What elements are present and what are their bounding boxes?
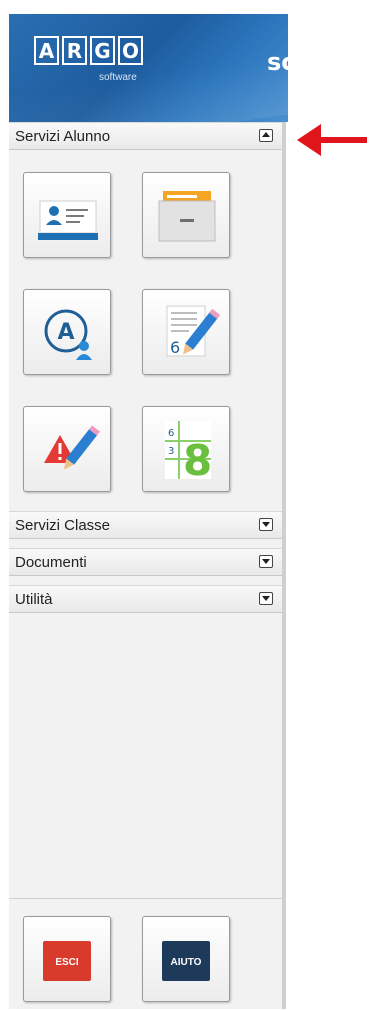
absence-letter: A (57, 320, 74, 345)
collapse-icon[interactable] (259, 129, 273, 142)
tile-student-file[interactable] (142, 172, 230, 258)
section-label: Utilità (15, 591, 53, 608)
warning-dot (58, 457, 62, 460)
expand-icon[interactable] (259, 555, 273, 568)
section-label: Servizi Alunno (15, 128, 111, 145)
warning-mark (58, 443, 62, 454)
grade-six-label: 6 (170, 338, 180, 357)
exit-button[interactable]: ESCI (23, 916, 111, 1002)
student-card-icon (38, 200, 98, 240)
section-header-servizi-alunno[interactable]: Servizi Alunno (9, 122, 282, 150)
grid-three-label: 3 (168, 446, 174, 457)
section-label: Servizi Classe (15, 517, 111, 534)
card-base (38, 233, 98, 240)
section-header-utilita[interactable]: Utilità (9, 585, 282, 613)
grid-six-label: 6 (168, 428, 174, 439)
exit-icon: ESCI (43, 941, 91, 981)
arrow-head (297, 124, 321, 156)
sheet-line (171, 330, 189, 332)
logo-letter: A (34, 36, 59, 65)
help-label: AIUTO (171, 957, 202, 968)
pencil-body (66, 428, 98, 465)
tile-disciplinary-notes[interactable] (23, 406, 111, 492)
section-header-servizi-classe[interactable]: Servizi Classe (9, 511, 282, 539)
card-line (66, 221, 80, 223)
annotation-arrow-icon (297, 124, 367, 156)
header-banner: A R G O software sc (9, 14, 288, 122)
footer-area: ESCI AIUTO (9, 898, 282, 1010)
grades-pencil-icon: 6 (166, 305, 221, 357)
logo-letter: O (118, 36, 143, 65)
card-line (66, 209, 88, 211)
logo-subtitle: software (99, 72, 137, 83)
sheet-line (171, 318, 197, 320)
argo-logo: A R G O (34, 36, 143, 65)
arrow-shaft (317, 137, 367, 143)
drawer-paper (167, 195, 197, 198)
app-window: A R G O software sc Servizi Alunno (9, 14, 288, 1009)
help-icon: AIUTO (162, 941, 210, 981)
grade-grid-icon: 6 3 8 (165, 421, 212, 485)
absence-icon: A (44, 309, 92, 360)
exit-label: ESCI (55, 957, 79, 968)
notes-warning-icon (44, 425, 100, 470)
sheet-line (171, 312, 197, 314)
tile-grades[interactable]: 6 (142, 289, 230, 375)
expand-icon[interactable] (259, 518, 273, 531)
banner-title: sc (267, 48, 288, 76)
section-header-documenti[interactable]: Documenti (9, 548, 282, 576)
absence-person-head (79, 341, 89, 351)
tile-student-data[interactable] (23, 172, 111, 258)
tile-absences[interactable]: A (23, 289, 111, 375)
sheet-line (171, 324, 197, 326)
card-line (66, 215, 84, 217)
logo-letter: G (90, 36, 115, 65)
expand-icon[interactable] (259, 592, 273, 605)
file-drawer-icon (158, 191, 216, 242)
grid-eight-label: 8 (183, 436, 212, 485)
card-head (49, 206, 59, 216)
logo-letter: R (62, 36, 87, 65)
section-label: Documenti (15, 554, 87, 571)
help-button[interactable]: AIUTO (142, 916, 230, 1002)
drawer-handle (180, 219, 194, 222)
tile-grade-summary[interactable]: 6 3 8 (142, 406, 230, 492)
absence-person-body (76, 354, 92, 360)
sidebar: Servizi Alunno A 6 6 3 8 Servizi Classe … (9, 122, 286, 1009)
